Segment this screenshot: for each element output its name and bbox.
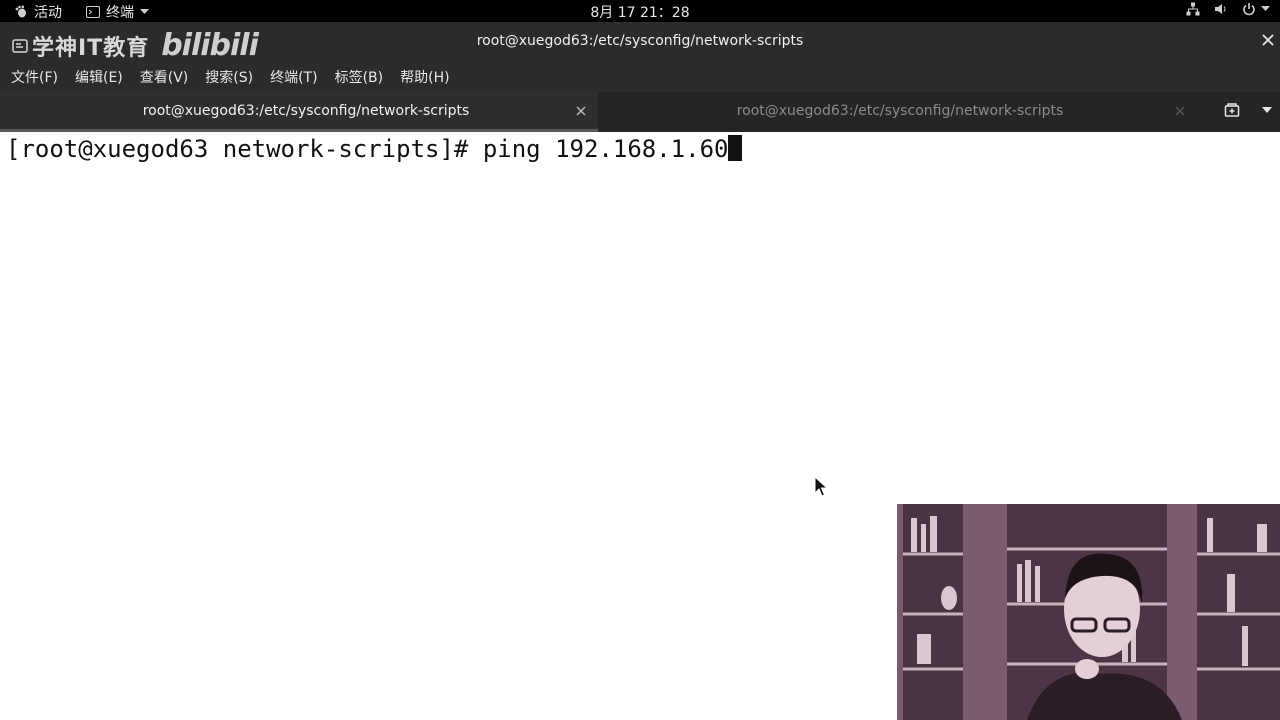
webcam-overlay	[897, 504, 1280, 720]
new-tab-icon[interactable]	[1224, 102, 1240, 118]
presenter-video-image	[897, 504, 1280, 720]
typed-command: ping 192.168.1.60	[482, 135, 729, 163]
tab-list-arrow-icon[interactable]	[1262, 106, 1272, 114]
tab-2[interactable]: root@xuegod63:/etc/sysconfig/network-scr…	[600, 92, 1200, 132]
menu-file[interactable]: 文件(F)	[11, 67, 58, 87]
shell-prompt: [root@xuegod63 network-scripts]#	[6, 135, 483, 163]
menu-edit[interactable]: 编辑(E)	[75, 67, 123, 87]
close-window-icon[interactable]	[1260, 32, 1276, 48]
tab-actions	[1224, 102, 1272, 118]
tab-bar: root@xuegod63:/etc/sysconfig/network-scr…	[0, 92, 1280, 132]
power-menu[interactable]	[1242, 2, 1270, 16]
tab-2-label: root@xuegod63:/etc/sysconfig/network-scr…	[736, 103, 1064, 119]
volume-icon	[1215, 4, 1226, 14]
close-tab-icon[interactable]	[1173, 104, 1187, 118]
window-title: root@xuegod63:/etc/sysconfig/network-scr…	[476, 33, 804, 49]
network-icon	[1186, 2, 1200, 16]
chevron-down-icon	[1261, 6, 1270, 11]
menu-tabs[interactable]: 标签(B)	[335, 67, 384, 87]
gnome-top-bar: 活动 终端 8月 17 21：28	[0, 0, 1280, 22]
command-line: [root@xuegod63 network-scripts]# ping 19…	[6, 134, 743, 164]
menu-bar: 文件(F) 编辑(E) 查看(V) 搜索(S) 终端(T) 标签(B) 帮助(H…	[0, 62, 1280, 92]
window-title-bar[interactable]: 学神IT教育 bilibili root@xuegod63:/etc/sysco…	[0, 22, 1280, 63]
close-tab-icon[interactable]	[574, 104, 588, 118]
system-tray[interactable]	[1186, 2, 1270, 16]
menu-help[interactable]: 帮助(H)	[400, 67, 449, 87]
text-cursor	[728, 135, 743, 161]
menu-terminal[interactable]: 终端(T)	[270, 67, 317, 87]
clock[interactable]: 8月 17 21：28	[0, 2, 1280, 22]
tab-1-label: root@xuegod63:/etc/sysconfig/network-scr…	[142, 103, 470, 119]
menu-view[interactable]: 查看(V)	[140, 67, 189, 87]
menu-search[interactable]: 搜索(S)	[205, 67, 253, 87]
tab-1[interactable]: root@xuegod63:/etc/sysconfig/network-scr…	[0, 92, 598, 132]
mouse-pointer-icon	[814, 476, 828, 497]
power-icon	[1243, 3, 1255, 16]
